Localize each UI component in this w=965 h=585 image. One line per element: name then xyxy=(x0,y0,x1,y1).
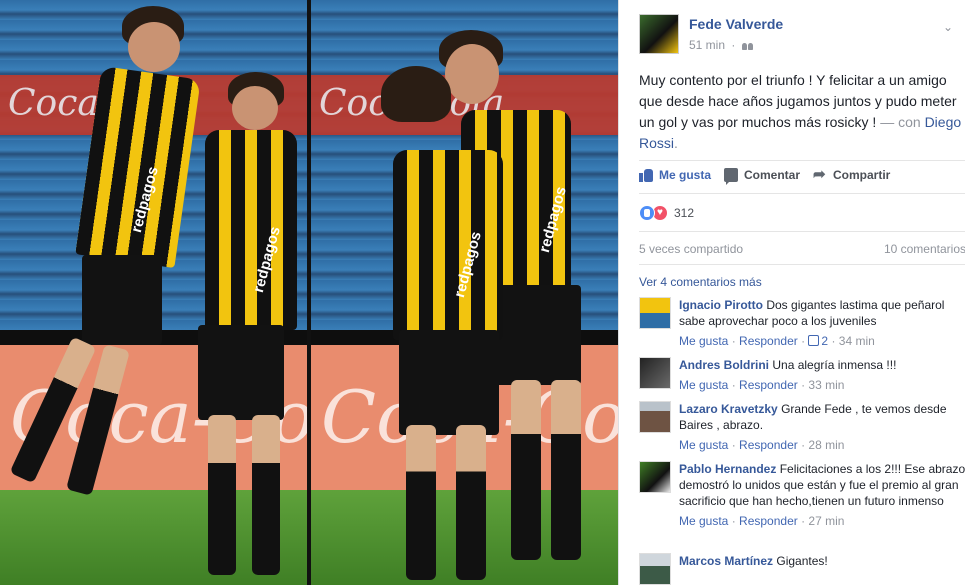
divider xyxy=(639,264,965,265)
photo-right: Coca-Cola Coca-Cola redpagos redpagos xyxy=(311,0,618,585)
comment-label: Comentar xyxy=(744,168,801,182)
comment-actions: Me gusta · Responder · 33 min xyxy=(679,378,845,392)
comment-reply-link[interactable]: Responder xyxy=(739,514,798,528)
chevron-down-icon[interactable]: ⌄ xyxy=(941,20,955,34)
commenter-name[interactable]: Andres Boldrini xyxy=(679,358,769,372)
comments-count[interactable]: 10 comentarios xyxy=(884,242,965,256)
share-label: Compartir xyxy=(833,168,891,182)
commenter-name[interactable]: Ignacio Pirotto xyxy=(679,298,763,312)
post-header: Fede Valverde 51 min · ⌄ xyxy=(639,14,959,58)
comment-like-link[interactable]: Me gusta xyxy=(679,514,728,528)
comment-time[interactable]: 27 min xyxy=(808,514,844,528)
like-button[interactable]: Me gusta xyxy=(639,168,711,182)
divider xyxy=(639,193,965,194)
post-stats: 5 veces compartido 10 comentarios xyxy=(639,242,965,256)
thumbs-up-icon xyxy=(639,168,653,182)
comment-reply-link[interactable]: Responder xyxy=(739,334,798,348)
reactions-summary[interactable]: ♥ 312 xyxy=(639,205,694,221)
comment-actions: Me gusta · Responder · 27 min xyxy=(679,514,845,528)
comment-likes-value: 2 xyxy=(821,334,829,348)
comment-icon xyxy=(724,168,738,185)
comment-body: Ignacio Pirotto Dos gigantes lastima que… xyxy=(679,297,965,349)
comment-text: Gigantes! xyxy=(776,554,828,568)
meta-separator: · xyxy=(731,38,736,52)
comment-text: Una alegría inmensa !!! xyxy=(772,358,897,372)
comment-like-link[interactable]: Me gusta xyxy=(679,438,728,452)
thumbs-up-icon xyxy=(808,335,820,346)
commenter-avatar[interactable] xyxy=(639,553,671,585)
author-name[interactable]: Fede Valverde xyxy=(689,16,783,32)
like-reaction-icon xyxy=(639,205,655,221)
reaction-count: 312 xyxy=(674,206,695,220)
commenter-name[interactable]: Lazaro Kravetzky xyxy=(679,402,778,416)
shares-count[interactable]: 5 veces compartido xyxy=(639,242,743,256)
commenter-avatar[interactable] xyxy=(639,297,671,329)
comment-reply-link[interactable]: Responder xyxy=(739,378,798,392)
tagged-suffix: . xyxy=(674,135,678,151)
friends-icon[interactable] xyxy=(741,42,753,50)
post-time[interactable]: 51 min xyxy=(689,38,725,52)
post-photo[interactable]: Coca-Cola Coca-Cola redpagos redpagos Co… xyxy=(0,0,618,585)
commenter-name[interactable]: Marcos Martínez xyxy=(679,554,773,568)
commenter-avatar[interactable] xyxy=(639,461,671,493)
comment-like-link[interactable]: Me gusta xyxy=(679,378,728,392)
commenter-avatar[interactable] xyxy=(639,357,671,389)
comment-time[interactable]: 28 min xyxy=(808,438,844,452)
comment-like-count[interactable]: 2 xyxy=(808,334,828,348)
comment-time[interactable]: 33 min xyxy=(808,378,844,392)
post-text: Muy contento por el triunfo ! Y felicita… xyxy=(639,70,965,154)
comment-like-link[interactable]: Me gusta xyxy=(679,334,728,348)
share-icon xyxy=(813,165,827,183)
view-more-comments-link[interactable]: Ver 4 comentarios más xyxy=(639,275,762,289)
divider xyxy=(639,160,965,161)
post-actions: Me gusta Comentar Compartir xyxy=(639,165,965,186)
photo-left: Coca-Cola Coca-Cola redpagos redpagos xyxy=(0,0,307,585)
comment-body: Pablo Hernandez Felicitaciones a los 2!!… xyxy=(679,461,965,529)
divider xyxy=(639,231,965,232)
comment-actions: Me gusta · Responder · 2 · 34 min xyxy=(679,334,875,348)
commenter-avatar[interactable] xyxy=(639,401,671,433)
post-panel: Fede Valverde 51 min · ⌄ Muy contento po… xyxy=(618,0,965,585)
post-meta: 51 min · xyxy=(689,38,753,52)
comment-body: Marcos Martínez Gigantes! xyxy=(679,553,965,569)
comment-body: Lazaro Kravetzky Grande Fede , te vemos … xyxy=(679,401,965,453)
comment-actions: Me gusta · Responder · 28 min xyxy=(679,438,845,452)
like-label: Me gusta xyxy=(659,168,712,182)
author-avatar[interactable] xyxy=(639,14,679,54)
comment-reply-link[interactable]: Responder xyxy=(739,438,798,452)
comment-body: Andres Boldrini Una alegría inmensa !!! … xyxy=(679,357,965,393)
commenter-name[interactable]: Pablo Hernandez xyxy=(679,462,776,476)
tagged-prefix: — con xyxy=(880,114,925,130)
share-button[interactable]: Compartir xyxy=(813,165,891,183)
comment-time[interactable]: 34 min xyxy=(839,334,875,348)
